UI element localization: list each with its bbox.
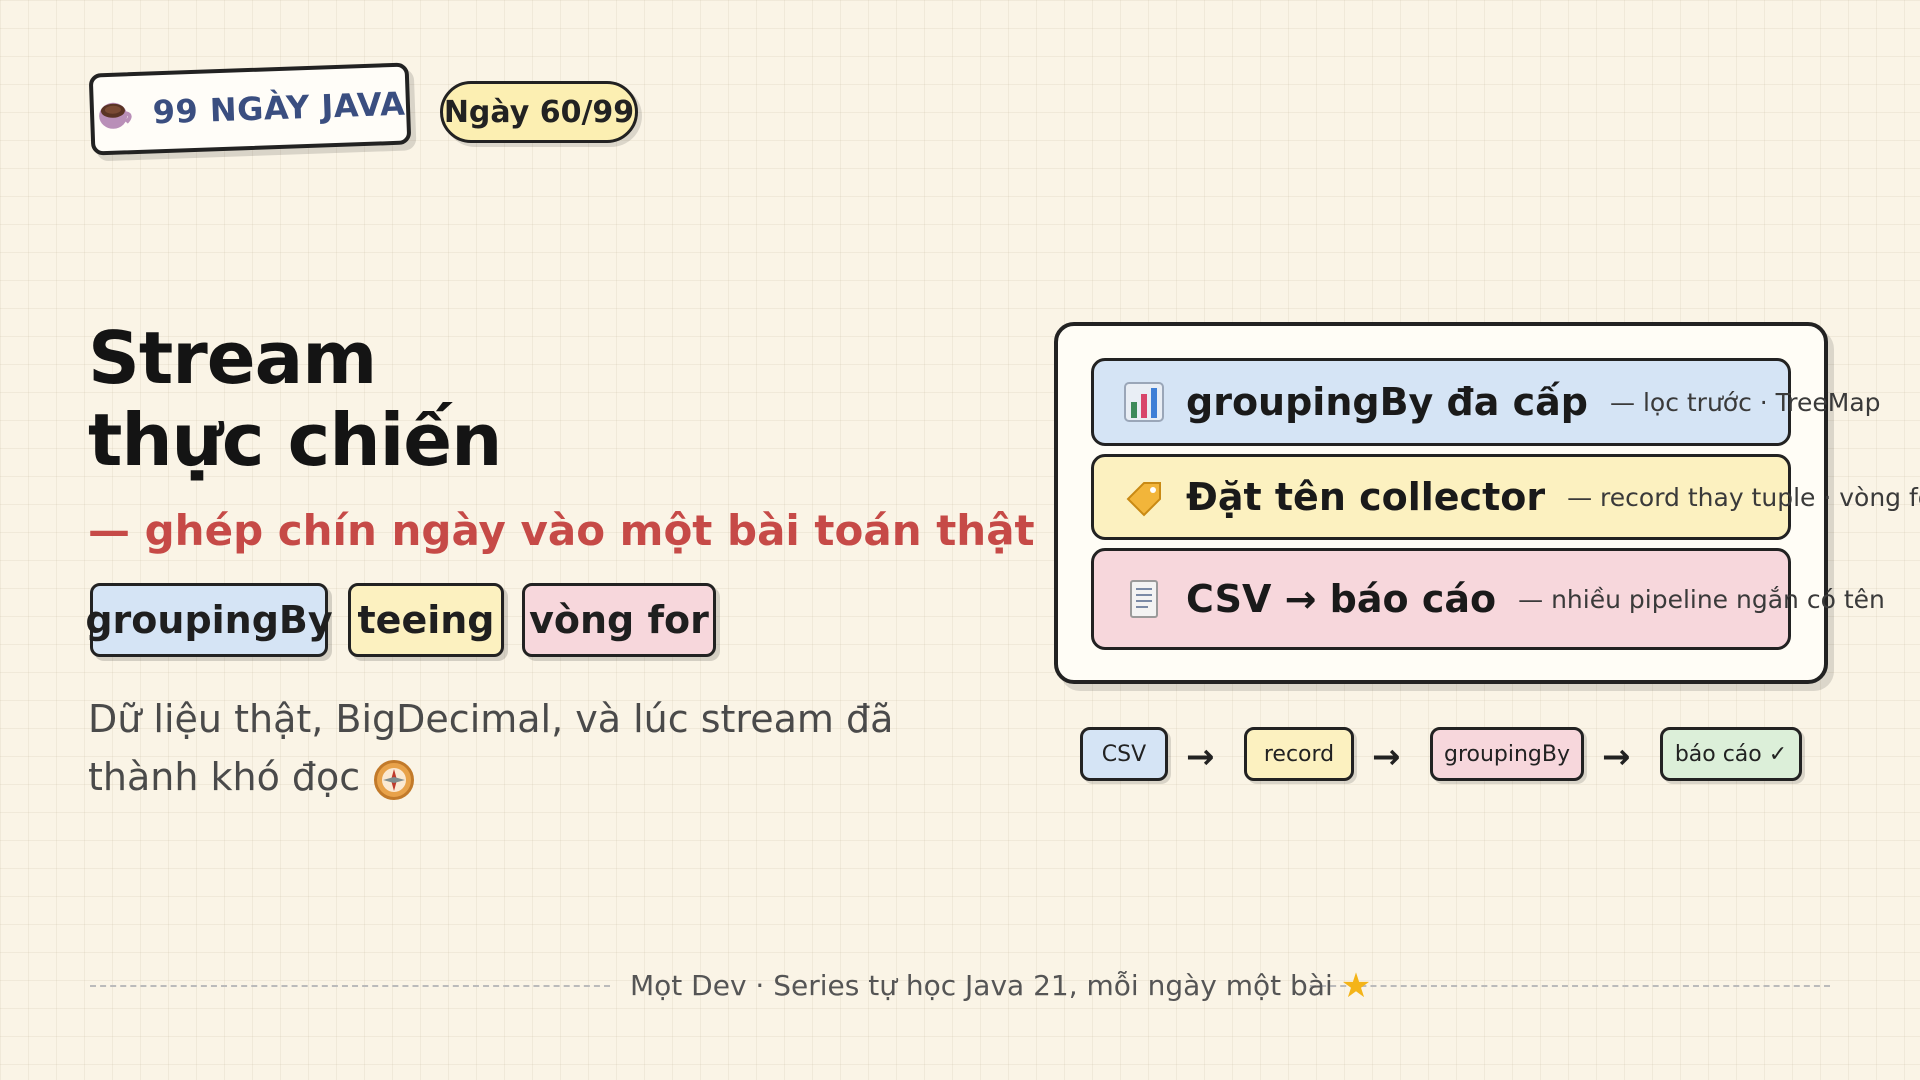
tag-grouping-by: groupingBy bbox=[85, 583, 333, 657]
subtitle-text: — ghép chín ngày vào một bài toán thật bbox=[88, 505, 1035, 555]
flow-step-label: record bbox=[1263, 741, 1335, 767]
card-desc: — lọc trước · TreeMap bbox=[1610, 387, 1881, 417]
card-desc: — record thay tuple · vòng for bbox=[1567, 482, 1920, 512]
footer-divider-left bbox=[90, 985, 610, 987]
flow-step-csv: CSV bbox=[1080, 727, 1168, 781]
flow-arrow: → bbox=[1372, 737, 1401, 777]
tag-icon bbox=[1124, 477, 1164, 517]
card-csv-report: CSV → báo cáo — nhiều pipeline ngắn có t… bbox=[1091, 548, 1885, 650]
coffee-cup-icon bbox=[94, 93, 135, 134]
compass-icon bbox=[374, 759, 415, 800]
description-text: Dữ liệu thật, BigDecimal, và lúc stream … bbox=[88, 697, 894, 799]
tag-label: groupingBy bbox=[85, 598, 333, 642]
flow-step-label: CSV bbox=[1101, 741, 1147, 767]
flow-step-label: groupingBy bbox=[1443, 741, 1571, 767]
footer-text: Mọt Dev · Series tự học Java 21, mỗi ngà… bbox=[630, 969, 1333, 1002]
day-badge: Ngày 60/99 bbox=[440, 81, 638, 143]
brand-badge: 99 NGÀY JAVA bbox=[88, 62, 412, 156]
footer: Mọt Dev · Series tự học Java 21, mỗi ngà… bbox=[630, 966, 1371, 1006]
card-grouping-by: groupingBy đa cấp — lọc trước · TreeMap bbox=[1091, 358, 1881, 446]
brand-label: 99 NGÀY JAVA bbox=[152, 84, 406, 132]
description: Dữ liệu thật, BigDecimal, và lúc stream … bbox=[88, 690, 968, 806]
flow-step-report: báo cáo ✓ bbox=[1660, 727, 1802, 781]
page-title-line-1: Stream bbox=[88, 316, 377, 400]
flow-arrow: → bbox=[1186, 737, 1215, 777]
card-title: groupingBy đa cấp bbox=[1186, 380, 1588, 424]
page-title-line-2: thực chiến bbox=[88, 398, 502, 482]
flow-arrow: → bbox=[1602, 737, 1631, 777]
document-icon bbox=[1124, 579, 1164, 619]
tag-label: teeing bbox=[357, 598, 495, 642]
star-icon: ★ bbox=[1340, 966, 1372, 1006]
card-desc: — nhiều pipeline ngắn có tên bbox=[1518, 584, 1885, 614]
footer-divider-right bbox=[1310, 985, 1830, 987]
flow-step-label: báo cáo ✓ bbox=[1674, 741, 1788, 767]
flow-step-record: record bbox=[1244, 727, 1354, 781]
card-title: Đặt tên collector bbox=[1186, 475, 1546, 519]
tag-for-loop: vòng for bbox=[522, 583, 716, 657]
flow-step-grouping-by: groupingBy bbox=[1430, 727, 1584, 781]
bar-chart-icon bbox=[1124, 382, 1164, 422]
subtitle: — ghép chín ngày vào một bài toán thật bbox=[88, 505, 1105, 555]
tag-label: vòng for bbox=[529, 598, 709, 642]
tag-teeing: teeing bbox=[348, 583, 504, 657]
card-collector-naming: Đặt tên collector — record thay tuple · … bbox=[1091, 454, 1920, 540]
card-title: CSV → báo cáo bbox=[1186, 577, 1497, 621]
